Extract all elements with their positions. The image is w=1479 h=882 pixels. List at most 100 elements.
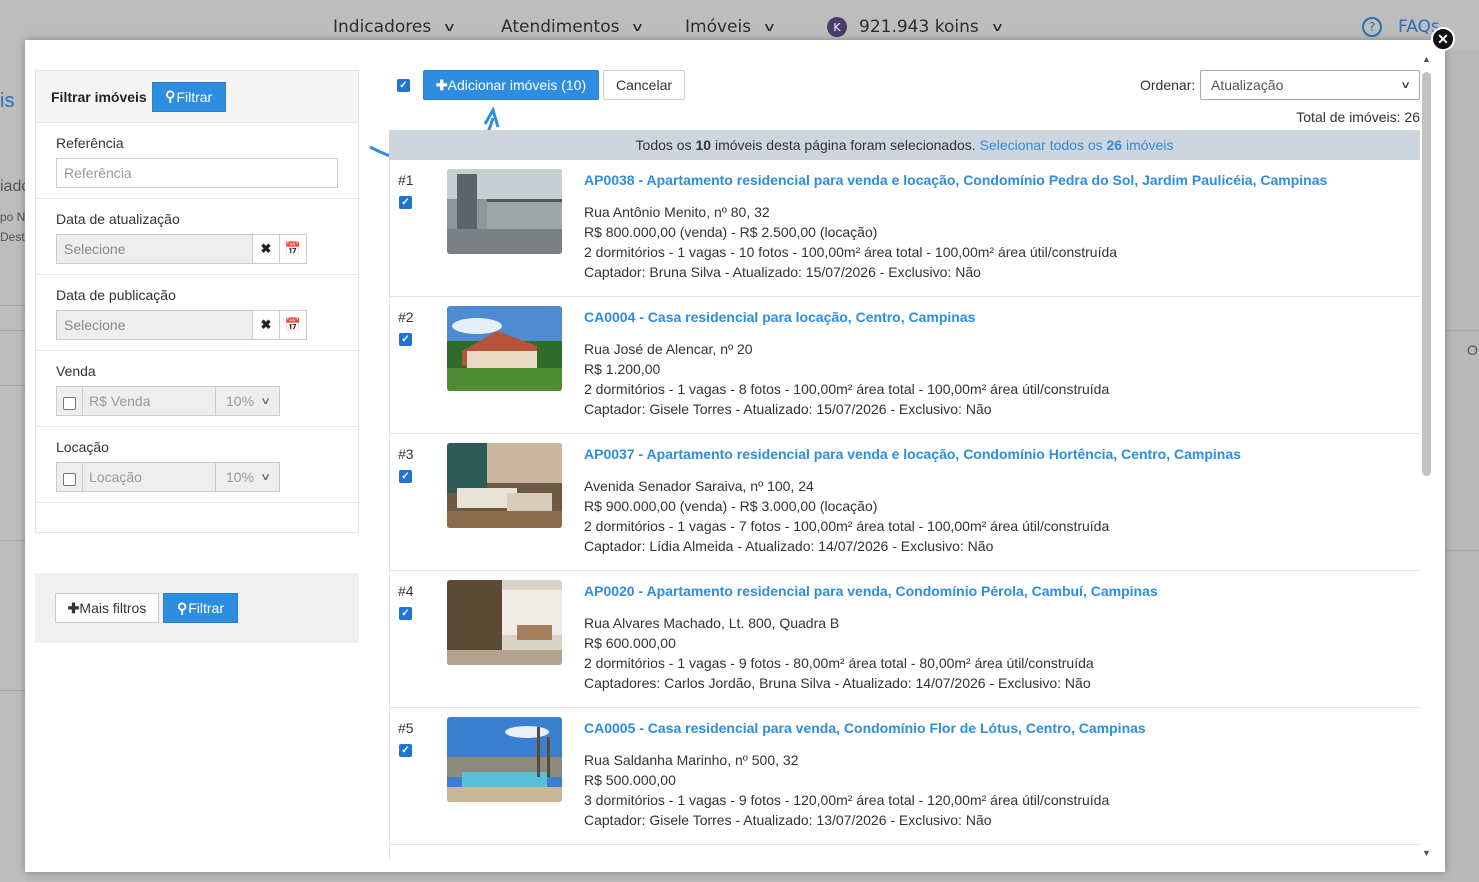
property-details: 3 dormitórios - 1 vagas - 9 fotos - 120,… — [584, 792, 1110, 808]
property-address: Rua José de Alencar, nº 20 — [584, 341, 753, 357]
published-date-label: Data de publicação — [56, 287, 176, 303]
add-properties-label: Adicionar imóveis (10) — [447, 77, 587, 93]
list-item: #2 ✓ CA0004 - Casa residencial para loca… — [390, 297, 1420, 434]
divider — [0, 330, 25, 331]
property-list: #1 ✓ AP0038 - Apartamento residencial pa… — [389, 160, 1420, 860]
property-photo[interactable] — [447, 306, 562, 391]
clear-icon[interactable]: ✖ — [253, 310, 280, 340]
filter-button-top[interactable]: ⚲ Filtrar — [151, 81, 226, 112]
property-agent: Captador: Bruna Silva - Atualizado: 15/0… — [584, 264, 981, 280]
property-photo[interactable] — [447, 580, 562, 665]
pool-house-photo-icon — [447, 717, 562, 802]
nav-atendimentos-label: Atendimentos — [501, 17, 620, 37]
close-icon[interactable]: ✕ — [1431, 27, 1455, 51]
rent-percent-select[interactable]: 10% ∨ — [216, 462, 280, 492]
property-title-link[interactable]: AP0038 - Apartamento residencial para ve… — [584, 172, 1327, 188]
nav-atendimentos[interactable]: Atendimentos ∨ — [501, 17, 645, 37]
banner-text: Todos os — [635, 137, 696, 153]
sale-percent-value: 10% — [226, 393, 255, 409]
question-icon: ? — [1362, 17, 1382, 37]
row-number: #3 — [398, 446, 414, 462]
property-price: R$ 500.000,00 — [584, 772, 676, 788]
filter-panel: Filtrar imóveis ⚲ Filtrar Referência Ref… — [35, 70, 359, 533]
published-date-input[interactable]: Selecione — [56, 310, 253, 340]
updated-date-label: Data de atualização — [56, 211, 180, 227]
select-all-link[interactable]: Selecionar todos os 26 imóveis — [980, 137, 1174, 153]
search-icon: ⚲ — [176, 599, 188, 616]
property-agent: Captador: Gisele Torres - Atualizado: 13… — [584, 812, 992, 828]
more-filters-button[interactable]: ✚ Mais filtros — [55, 593, 159, 623]
chevron-down-icon: ∨ — [259, 395, 271, 407]
living-room-photo-icon — [447, 443, 562, 528]
more-filters-label: Mais filtros — [79, 600, 147, 616]
property-photo[interactable] — [447, 443, 562, 528]
apartment-photo-icon — [447, 580, 562, 665]
filter-button-label: Filtrar — [176, 88, 213, 105]
property-address: Avenida Senador Saraiva, nº 100, 24 — [584, 478, 814, 494]
select-all-checkbox[interactable]: ✓ — [397, 79, 410, 92]
nav-faq[interactable]: ? FAQs — [1362, 17, 1440, 37]
sale-checkbox[interactable] — [63, 396, 76, 410]
row-checkbox[interactable]: ✓ — [399, 744, 412, 757]
banner-count: 10 — [695, 137, 712, 153]
calendar-icon[interactable]: 📅 — [280, 234, 307, 264]
filter-header: Filtrar imóveis ⚲ Filtrar — [36, 71, 358, 123]
nav-indicadores[interactable]: Indicadores ∨ — [333, 17, 457, 37]
sale-price-input[interactable]: R$ Venda — [83, 386, 216, 416]
property-title-link[interactable]: CA0004 - Casa residencial para locação, … — [584, 309, 975, 325]
property-details: 2 dormitórios - 1 vagas - 8 fotos - 100,… — [584, 381, 1110, 397]
row-checkbox[interactable]: ✓ — [399, 470, 412, 483]
divider — [0, 305, 25, 306]
rent-checkbox[interactable] — [63, 472, 76, 486]
filter-button-bottom-label: Filtrar — [188, 600, 225, 616]
rent-price-input[interactable]: Locação — [83, 462, 216, 492]
row-checkbox[interactable]: ✓ — [399, 607, 412, 620]
property-photo[interactable] — [447, 717, 562, 802]
property-title-link[interactable]: AP0037 - Apartamento residencial para ve… — [584, 446, 1241, 462]
row-number: #4 — [398, 583, 414, 599]
divider — [0, 540, 25, 541]
divider — [1445, 330, 1479, 331]
select-all-link-text: Selecionar todos os — [979, 137, 1107, 153]
chevron-down-icon: ∨ — [1399, 79, 1411, 91]
sort-select[interactable]: Atualização ∨ — [1200, 70, 1420, 100]
clear-icon[interactable]: ✖ — [253, 234, 280, 264]
nav-imoveis[interactable]: Imóveis ∨ — [685, 17, 777, 37]
select-all-link-text: imóveis — [1122, 137, 1174, 153]
scroll-down-icon[interactable]: ▼ — [1422, 848, 1431, 858]
scrollbar-thumb[interactable] — [1422, 72, 1431, 476]
updated-date-input[interactable]: Selecione — [56, 234, 253, 264]
plus-icon: ✚ — [435, 76, 448, 93]
plus-icon: ✚ — [67, 599, 80, 616]
property-title-link[interactable]: CA0005 - Casa residencial para venda, Co… — [584, 720, 1146, 736]
list-item: #5 ✓ CA0005 - Casa residencial para vend… — [390, 708, 1420, 845]
select-properties-modal: Filtrar imóveis ⚲ Filtrar Referência Ref… — [25, 40, 1445, 872]
property-details: 2 dormitórios - 1 vagas - 10 fotos - 100… — [584, 244, 1118, 260]
rent-percent-value: 10% — [226, 469, 255, 485]
sale-percent-select[interactable]: 10% ∨ — [216, 386, 280, 416]
background-text: is — [0, 90, 15, 112]
cancel-button[interactable]: Cancelar — [603, 70, 685, 100]
property-address: Rua Alvares Machado, Lt. 800, Quadra B — [584, 615, 840, 631]
row-number: #1 — [398, 172, 414, 188]
property-price: R$ 900.000,00 (venda) - R$ 3.000,00 (loc… — [584, 498, 878, 514]
scroll-up-icon[interactable]: ▲ — [1422, 54, 1431, 64]
rent-checkbox-wrap — [56, 462, 83, 492]
property-price: R$ 1.200,00 — [584, 361, 661, 377]
sale-label: Venda — [56, 363, 96, 379]
add-properties-button[interactable]: ✚ Adicionar imóveis (10) — [423, 70, 599, 100]
nav-koins[interactable]: K 921.943 koins ∨ — [827, 17, 1005, 37]
chevron-down-icon: ∨ — [442, 20, 457, 34]
reference-filter: Referência Referência — [36, 123, 358, 199]
calendar-icon[interactable]: 📅 — [280, 310, 307, 340]
property-info: Rua Alvares Machado, Lt. 800, Quadra B R… — [584, 613, 1094, 693]
chevron-down-icon: ∨ — [990, 20, 1005, 34]
row-checkbox[interactable]: ✓ — [399, 196, 412, 209]
filter-title: Filtrar imóveis — [51, 88, 147, 105]
balcony-photo-icon — [447, 169, 562, 254]
reference-input[interactable]: Referência — [56, 158, 338, 188]
property-photo[interactable] — [447, 169, 562, 254]
row-checkbox[interactable]: ✓ — [399, 333, 412, 346]
filter-button-bottom[interactable]: ⚲ Filtrar — [163, 593, 238, 623]
property-title-link[interactable]: AP0020 - Apartamento residencial para ve… — [584, 583, 1158, 599]
